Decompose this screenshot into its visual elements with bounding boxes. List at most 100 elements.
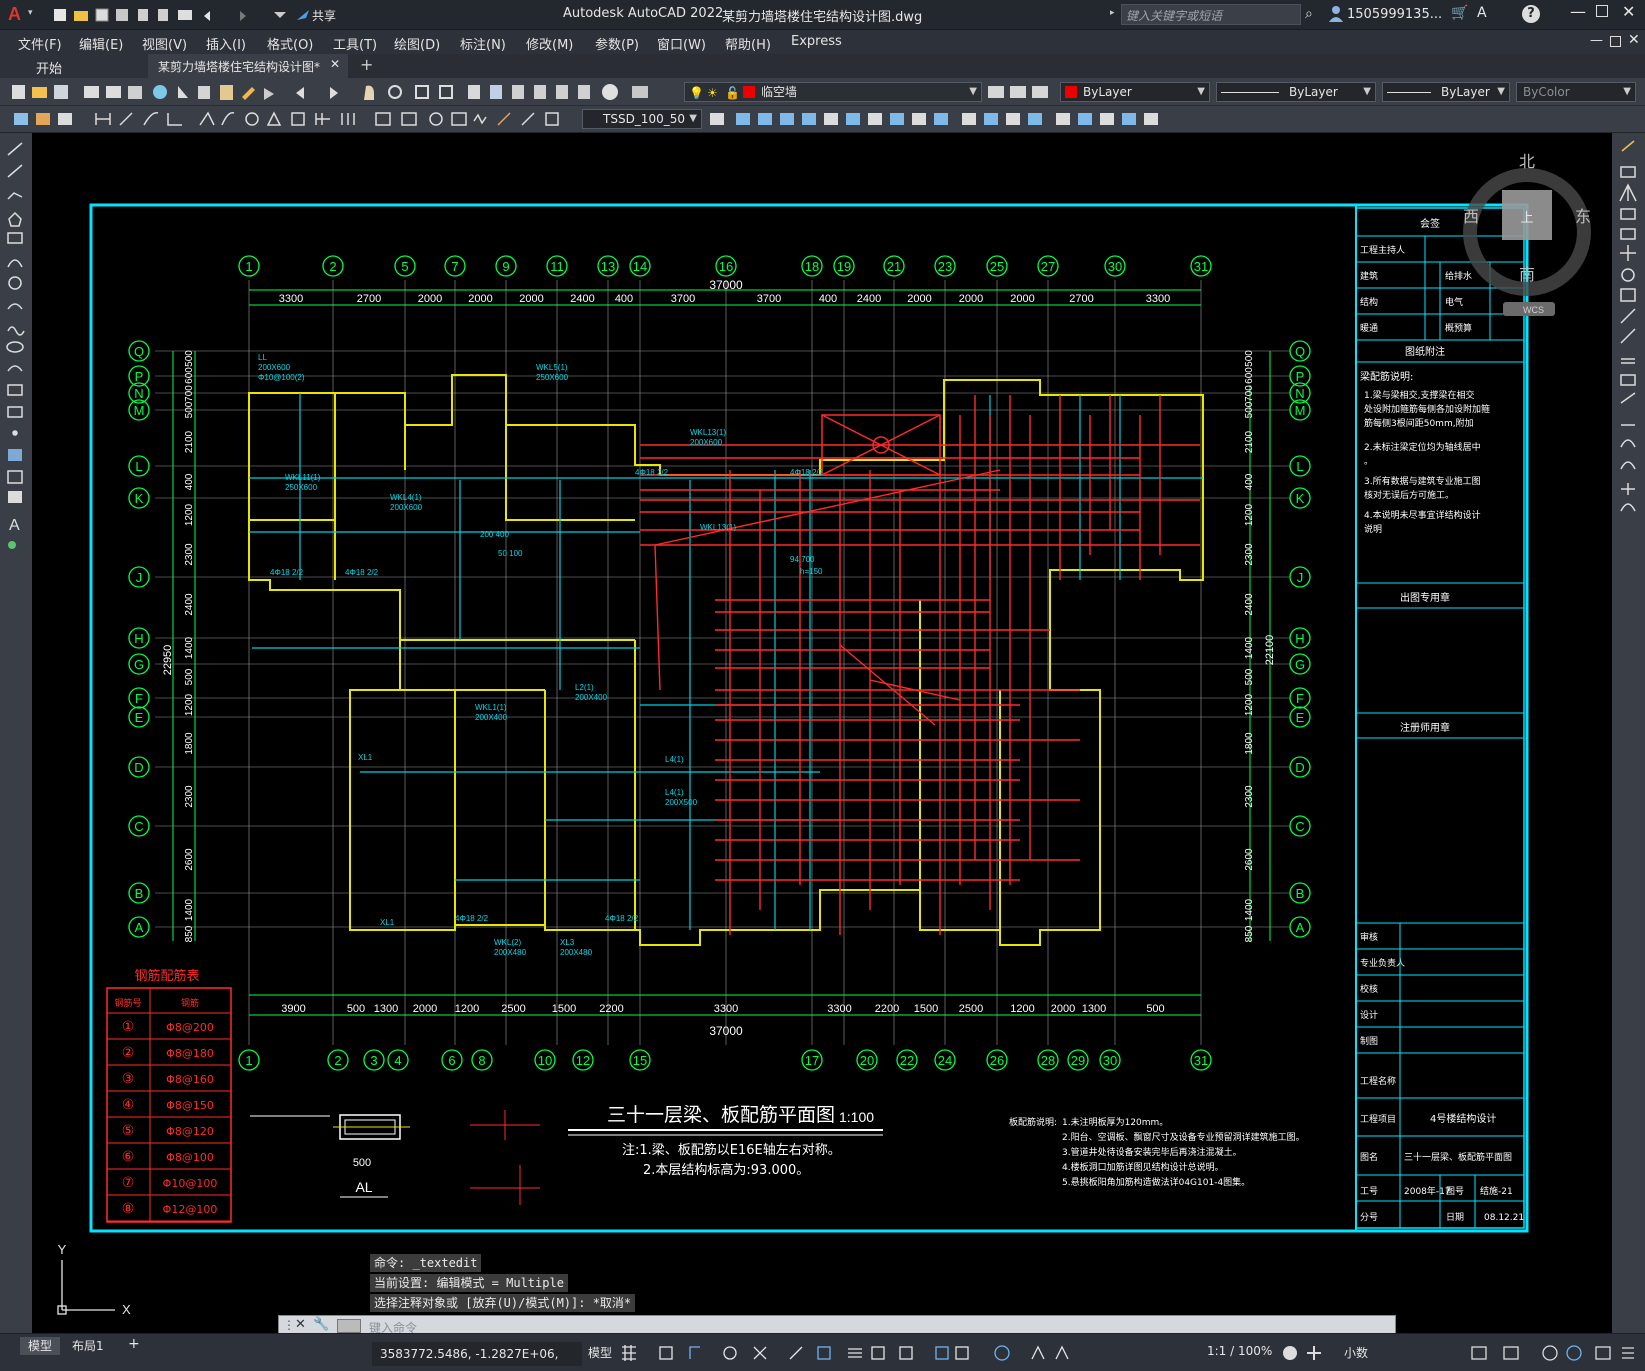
plotstyle-dropdown[interactable]: ByColor ▼ (1516, 82, 1636, 102)
status-right-icons[interactable] (1470, 1343, 1640, 1363)
rebar-spec: Φ8@120 (166, 1125, 214, 1138)
doc-minimize-button[interactable]: — (1590, 33, 1603, 48)
svg-text:94.700: 94.700 (790, 555, 815, 564)
plot-icon (178, 10, 192, 20)
close-button[interactable]: ✕ (1622, 2, 1635, 21)
drafting-settings-icons[interactable] (620, 1343, 1190, 1363)
svg-text:7: 7 (451, 259, 458, 274)
maximize-button[interactable] (1596, 5, 1608, 17)
menu-help[interactable]: 帮助(H) (725, 34, 771, 53)
model-space-button[interactable]: 模型 (588, 1344, 612, 1361)
axis-bubble-right-K: K (1289, 487, 1311, 509)
cart-icon[interactable]: 🛒 (1451, 5, 1468, 21)
tb-row1-label: 建筑 (1360, 270, 1378, 282)
menu-dimension[interactable]: 标注(N) (460, 34, 506, 53)
undo-icon (296, 87, 304, 99)
add-layout-button[interactable]: + (128, 1336, 140, 1352)
expand-search-icon[interactable]: ▸ (1110, 8, 1115, 18)
standard-toolbar-icons[interactable] (6, 82, 686, 102)
linetype-dropdown[interactable]: ByLayer ▼ (1216, 82, 1376, 102)
viewcube[interactable]: 上 北 南 东 西 WCS (1463, 152, 1591, 316)
total-width-bottom: 37000 (709, 1024, 743, 1038)
tab-start[interactable]: 开始 (0, 54, 148, 78)
doc-close-button[interactable]: ✕ (1628, 32, 1640, 48)
axis-bubble-right-C: C (1289, 815, 1311, 837)
app-menu-chevron-icon[interactable]: ▾ (28, 8, 33, 18)
tab-layout1[interactable]: 布局1 (72, 1337, 104, 1355)
viewcube-east[interactable]: 东 (1575, 207, 1591, 226)
menu-tools[interactable]: 工具(T) (333, 34, 377, 53)
tab-close-icon[interactable]: ✕ (330, 57, 340, 71)
viewcube-wcs[interactable]: WCS (1523, 305, 1544, 315)
viewcube-top[interactable]: 上 (1520, 211, 1533, 226)
share-button[interactable]: 共享 (312, 7, 336, 24)
color-dropdown[interactable]: ByLayer ▼ (1060, 82, 1210, 102)
menu-parametric[interactable]: 参数(P) (595, 34, 639, 53)
axis-bubble-bottom-24: 24 (934, 1049, 956, 1071)
rebar-spec: Φ8@200 (166, 1021, 214, 1034)
layer-dropdown[interactable]: 💡 ☀ 🔓 临空墙 ▼ (684, 82, 982, 102)
viewcube-north[interactable]: 北 (1519, 152, 1535, 171)
modify-toolbar-icons[interactable] (706, 109, 1216, 129)
new-tab-button[interactable]: + (360, 55, 373, 74)
match-prop-icon (242, 87, 255, 100)
tb-note-line: 筋每侧3根间距50mm,附加 (1364, 417, 1474, 429)
drawing-canvas[interactable]: 1 2 5 7 9 11 13 14 16 18 19 21 23 25 27 30 31 1 2 3 4 6 8 10 12 1… (0, 133, 1612, 1337)
doc-restore-button[interactable] (1610, 36, 1621, 47)
menu-draw[interactable]: 绘图(D) (394, 34, 440, 53)
coordinates-readout[interactable]: 3583772.5486, -1.2827E+06, 0.0000 (372, 1342, 582, 1366)
share-icon (297, 10, 309, 20)
axis-bubble-top-16: 16 (715, 255, 737, 277)
autodesk-app-icon[interactable]: A (1477, 5, 1487, 21)
axis-bubble-left-K: K (128, 487, 150, 509)
units-dropdown[interactable]: 小数 (1344, 1344, 1368, 1361)
lineweight-dropdown[interactable]: ByLayer ▼ (1382, 82, 1510, 102)
menu-insert[interactable]: 插入(I) (206, 34, 246, 53)
chevron-down-icon: ▼ (689, 113, 697, 124)
chevron-down-icon: ▼ (1363, 86, 1371, 97)
close-command-icon[interactable]: ✕ (295, 1317, 306, 1332)
axis-bubble-top-23: 23 (934, 255, 956, 277)
save-as-icon (116, 9, 128, 21)
app-logo-icon[interactable]: A (8, 4, 28, 24)
user-icon[interactable] (1328, 5, 1344, 23)
recent-commands-icon[interactable] (337, 1319, 361, 1333)
axis-bubble-top-25: 25 (986, 255, 1008, 277)
rebar-spec: Φ12@100 (163, 1203, 218, 1216)
dim-bottom-16: 500 (1146, 1003, 1164, 1015)
dimstyle-dropdown[interactable]: TSSD_100_50 ▼ (582, 109, 702, 129)
dimension-toolbar-icons[interactable] (6, 109, 576, 129)
tb-phase-label: 分号 (1360, 1212, 1378, 1223)
workspace-icons[interactable] (1280, 1343, 1340, 1363)
axis-bubble-right-H: H (1289, 627, 1311, 649)
draw-toolbar-icons[interactable]: A (0, 133, 32, 593)
menu-view[interactable]: 视图(V) (142, 34, 187, 53)
menu-modify[interactable]: 修改(M) (526, 34, 573, 53)
menu-format[interactable]: 格式(O) (267, 34, 313, 53)
drawing-svg[interactable]: 1 2 5 7 9 11 13 14 16 18 19 21 23 25 27 30 311 2 3 4 6 8 10 12 1… (0, 133, 1612, 1333)
menu-express[interactable]: Express (791, 34, 842, 49)
help-icon[interactable]: ? (1522, 5, 1540, 23)
viewcube-west[interactable]: 西 (1463, 207, 1479, 226)
svg-text:19: 19 (837, 259, 851, 274)
search-icon[interactable]: ⌕ (1305, 6, 1313, 22)
user-name[interactable]: 1505999135... (1347, 7, 1442, 22)
tab-document[interactable]: 某剪力墙塔楼住宅结构设计图* ✕ (148, 54, 348, 78)
axis-bubble-left-L: L (128, 455, 150, 477)
svg-text:29: 29 (1071, 1053, 1085, 1068)
svg-text:2: 2 (329, 259, 336, 274)
modify-side-toolbar-icons[interactable] (1612, 133, 1645, 553)
customize-command-icon[interactable]: 🔧 (313, 1317, 329, 1332)
menu-edit[interactable]: 编辑(E) (79, 34, 123, 53)
search-input[interactable]: 键入关键字或短语 (1121, 4, 1301, 25)
svg-text:WKL13(1): WKL13(1) (690, 428, 726, 437)
menu-file[interactable]: 文件(F) (18, 34, 62, 53)
quick-access-icons[interactable] (52, 6, 332, 24)
slab-note-1: 2.阳台、空调板、飘窗尺寸及设备专业预留洞详建筑施工图。 (1062, 1131, 1305, 1143)
layer-tools-icons[interactable] (984, 82, 1054, 102)
tab-model[interactable]: 模型 (20, 1337, 60, 1355)
menu-window[interactable]: 窗口(W) (657, 34, 706, 53)
viewcube-south[interactable]: 南 (1519, 265, 1535, 284)
annotation-scale[interactable]: 1:1 / 100% (1207, 1344, 1272, 1358)
minimize-button[interactable]: — (1570, 2, 1586, 21)
